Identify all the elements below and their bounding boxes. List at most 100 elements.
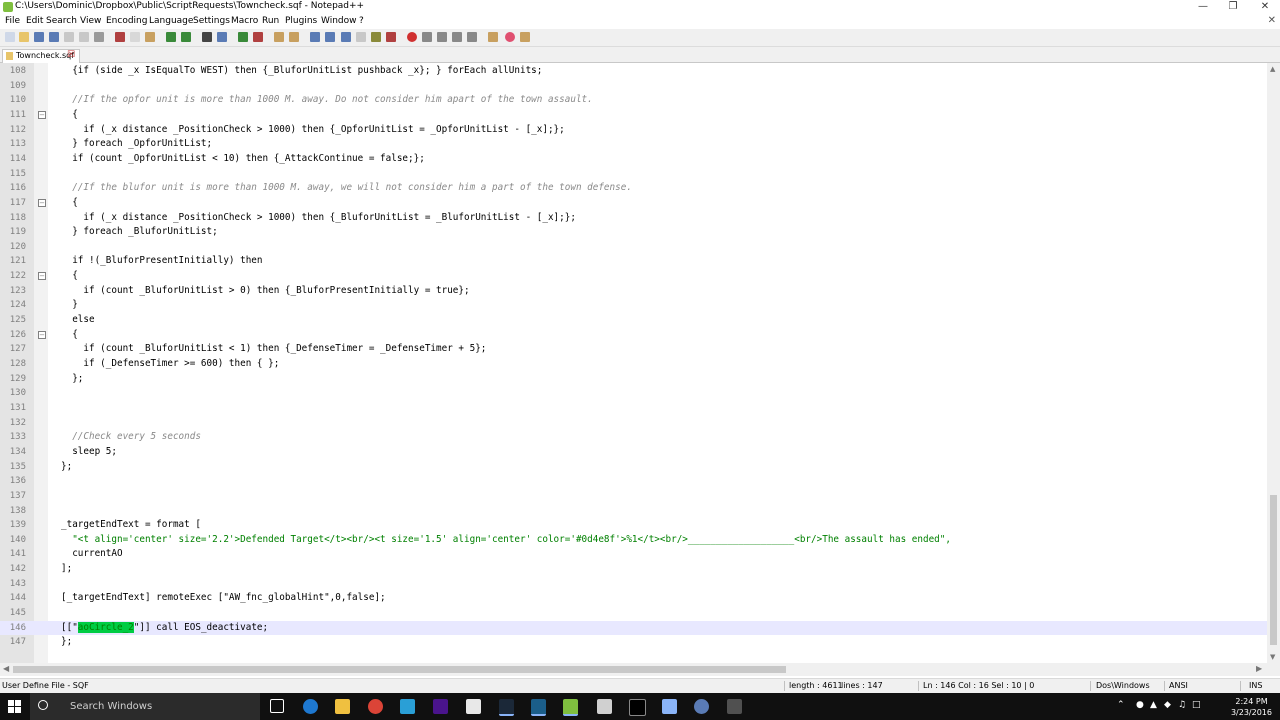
zoom-out-icon[interactable]: [253, 32, 263, 42]
windows-start-icon[interactable]: [8, 700, 22, 714]
notes-icon[interactable]: [662, 699, 677, 714]
plugin-icon[interactable]: [488, 32, 498, 42]
code-line[interactable]: 139 _targetEndText = format [: [0, 518, 1267, 533]
code-line[interactable]: 122 − {: [0, 269, 1267, 284]
code-line[interactable]: 131: [0, 401, 1267, 416]
plugin-manager-icon[interactable]: [520, 32, 530, 42]
function-list-icon[interactable]: [386, 32, 396, 42]
print-icon[interactable]: [94, 32, 104, 42]
vertical-scroll-thumb[interactable]: [1270, 495, 1277, 645]
menu-help[interactable]: ?: [359, 16, 364, 26]
arma-launcher-icon[interactable]: [531, 699, 546, 716]
code-line[interactable]: 108 {if (side _x IsEqualTo WEST) then {_…: [0, 64, 1267, 79]
menu-view[interactable]: View: [80, 16, 101, 26]
fold-toggle-icon[interactable]: −: [38, 330, 46, 339]
code-line[interactable]: 121 if !(_BluforPresentInitially) then: [0, 254, 1267, 269]
show-all-chars-icon[interactable]: [325, 32, 335, 42]
scroll-down-icon[interactable]: ▼: [1270, 653, 1275, 661]
steam-icon[interactable]: [499, 699, 514, 716]
code-line[interactable]: 138: [0, 504, 1267, 519]
save-macro-icon[interactable]: [467, 32, 477, 42]
fold-toggle-icon[interactable]: −: [38, 110, 46, 119]
vertical-scrollbar[interactable]: ▲ ▼: [1267, 63, 1280, 663]
code-line[interactable]: 124 }: [0, 298, 1267, 313]
save-icon[interactable]: [34, 32, 44, 42]
sync-vertical-icon[interactable]: [274, 32, 284, 42]
edge-icon[interactable]: [303, 699, 318, 714]
code-line[interactable]: 117 − {: [0, 196, 1267, 211]
maximize-button[interactable]: ❐: [1218, 0, 1248, 14]
code-line[interactable]: 136: [0, 474, 1267, 489]
code-line[interactable]: 135};: [0, 460, 1267, 475]
play-macro-icon[interactable]: [437, 32, 447, 42]
new-file-icon[interactable]: [5, 32, 15, 42]
scroll-left-icon[interactable]: ◀: [3, 664, 9, 673]
indent-guide-icon[interactable]: [341, 32, 351, 42]
code-line[interactable]: 137: [0, 489, 1267, 504]
menu-settings[interactable]: Settings: [193, 16, 230, 26]
code-line[interactable]: 141 currentAO: [0, 547, 1267, 562]
horizontal-scrollbar[interactable]: ◀ ▶: [0, 663, 1280, 676]
code-line[interactable]: 115: [0, 167, 1267, 182]
menu-file[interactable]: File: [5, 16, 20, 26]
menu-search[interactable]: Search: [46, 16, 77, 26]
stop-macro-icon[interactable]: [422, 32, 432, 42]
code-line[interactable]: 128 if (_DefenseTimer >= 600) then { };: [0, 357, 1267, 372]
menu-plugins[interactable]: Plugins: [285, 16, 317, 26]
code-editor[interactable]: 108 {if (side _x IsEqualTo WEST) then {_…: [0, 63, 1267, 663]
code-line[interactable]: 142];: [0, 562, 1267, 577]
cut-icon[interactable]: [115, 32, 125, 42]
menu-language[interactable]: Language: [149, 16, 193, 26]
chrome-icon[interactable]: [368, 699, 383, 714]
fold-toggle-icon[interactable]: −: [38, 272, 46, 281]
code-line[interactable]: 118 if (_x distance _PositionCheck > 100…: [0, 211, 1267, 226]
task-view-icon[interactable]: [270, 699, 284, 713]
heart-icon[interactable]: [505, 32, 515, 42]
redo-icon[interactable]: [181, 32, 191, 42]
replace-icon[interactable]: [217, 32, 227, 42]
cmd-icon[interactable]: [629, 699, 646, 716]
tab-close-icon[interactable]: ☒: [67, 50, 75, 60]
premiere-icon[interactable]: [433, 699, 448, 714]
file-explorer-icon[interactable]: [335, 699, 350, 714]
code-line[interactable]: 119 } foreach _BluforUnitList;: [0, 225, 1267, 240]
paste-icon[interactable]: [145, 32, 155, 42]
code-line[interactable]: 147};: [0, 635, 1267, 650]
code-line[interactable]: 116 //If the blufor unit is more than 10…: [0, 181, 1267, 196]
code-line[interactable]: 134 sleep 5;: [0, 445, 1267, 460]
tray-app-icon[interactable]: ●: [1136, 700, 1144, 710]
code-line[interactable]: 114 if (count _OpforUnitList < 10) then …: [0, 152, 1267, 167]
tray-network-icon[interactable]: ▲: [1150, 700, 1157, 710]
run-macro-multiple-icon[interactable]: [452, 32, 462, 42]
word-wrap-icon[interactable]: [310, 32, 320, 42]
doc-map-icon[interactable]: [371, 32, 381, 42]
mail-icon[interactable]: [466, 699, 481, 714]
open-file-icon[interactable]: [19, 32, 29, 42]
undo-icon[interactable]: [166, 32, 176, 42]
code-line[interactable]: 145: [0, 606, 1267, 621]
scroll-up-icon[interactable]: ▲: [1270, 65, 1275, 73]
code-line[interactable]: 140 "<t align='center' size='2.2'>Defend…: [0, 533, 1267, 548]
find-icon[interactable]: [202, 32, 212, 42]
store-icon[interactable]: [400, 699, 415, 714]
tray-volume-icon[interactable]: ♫: [1178, 700, 1186, 710]
taskbar-search[interactable]: Search Windows: [30, 693, 260, 720]
udl-icon[interactable]: [356, 32, 366, 42]
minimize-button[interactable]: —: [1188, 0, 1218, 14]
code-line[interactable]: 125 else: [0, 313, 1267, 328]
menu-edit[interactable]: Edit: [26, 16, 43, 26]
fold-toggle-icon[interactable]: −: [38, 198, 46, 207]
code-line[interactable]: 111 − {: [0, 108, 1267, 123]
menu-encoding[interactable]: Encoding: [106, 16, 147, 26]
code-line[interactable]: 129 };: [0, 372, 1267, 387]
code-line[interactable]: 146 [["aoCircle_2"]] call EOS_deactivate;: [0, 620, 1267, 636]
code-line[interactable]: 130: [0, 386, 1267, 401]
horizontal-scroll-thumb[interactable]: [13, 666, 786, 673]
tray-message-icon[interactable]: □: [1192, 700, 1201, 710]
code-line[interactable]: 120: [0, 240, 1267, 255]
code-line[interactable]: 132: [0, 416, 1267, 431]
code-line[interactable]: 113 } foreach _OpforUnitList;: [0, 137, 1267, 152]
menu-window[interactable]: Window: [321, 16, 357, 26]
notepadpp-taskbar-icon[interactable]: [563, 699, 578, 716]
app-icon[interactable]: [727, 699, 742, 714]
